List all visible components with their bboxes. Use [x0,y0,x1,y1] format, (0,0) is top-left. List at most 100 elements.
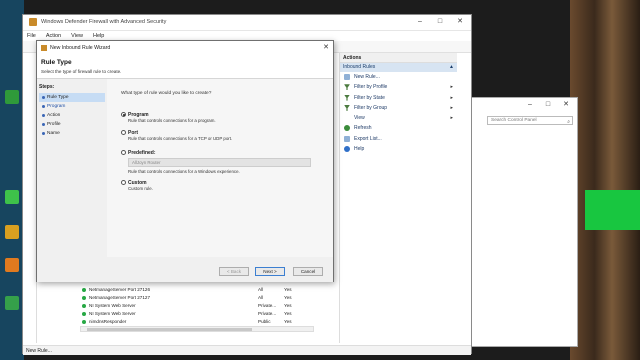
desktop [0,0,24,360]
minimize-button[interactable]: – [523,100,537,110]
window-title: Windows Defender Firewall with Advanced … [41,19,167,25]
rule-type-question: What type of rule would you like to crea… [121,91,212,96]
step-label: Name [47,131,60,136]
step-program[interactable]: Program [39,102,105,111]
refresh-icon [344,125,350,132]
table-row[interactable]: NetmanageServer Port 27126 All Yes [80,286,312,294]
close-button[interactable]: ✕ [323,43,329,51]
rule-profile: Private... [258,311,277,316]
action-label: Help [354,146,365,153]
step-bullet-icon [42,105,45,108]
submenu-arrow-icon: ▸ [450,104,453,111]
back-button[interactable]: < Back [219,267,249,276]
wizard-description: Select the type of firewall rule to crea… [41,69,122,74]
rule-name: NetmanageServer Port 27127 [89,295,151,300]
table-row[interactable]: NI System Web Server Private... Yes [80,302,312,310]
rule-profile: All [258,287,264,292]
search-control-panel-input[interactable]: Search Control Panel ⌕ [487,116,573,125]
desktop-icon[interactable] [5,225,19,239]
window-titlebar: Windows Defender Firewall with Advanced … [23,15,471,31]
step-label: Action [47,113,61,118]
action-label: Export List... [354,135,382,142]
scrollbar-thumb[interactable] [87,328,252,331]
rule-name: NI System Web Server [89,311,136,316]
rule-enabled: Yes [284,295,292,300]
actions-header: Actions [340,53,457,63]
action-label: Filter by Group [354,104,388,111]
option-label: Program [128,111,149,118]
action-refresh[interactable]: Refresh [340,123,457,133]
actions-section-label: Inbound Rules [343,64,376,70]
desktop-icon[interactable] [5,90,19,104]
radio-predefined[interactable] [121,150,126,155]
rule-name: NI System Web Server [89,303,136,308]
action-filter-by-profile[interactable]: Filter by Profile ▸ [340,82,457,92]
desktop-icon[interactable] [5,258,19,272]
table-row[interactable]: NetmanageServer Port 27127 All Yes [80,294,312,302]
step-action[interactable]: Action [39,111,105,120]
new-inbound-rule-wizard: New Inbound Rule Wizard ✕ Rule Type Sele… [36,40,334,282]
table-row[interactable]: NI System Web Server Private... Yes [80,310,312,318]
rule-enabled: Yes [284,287,292,292]
enabled-check-icon [82,288,86,292]
step-label: Profile [47,122,61,127]
minimize-button[interactable]: – [413,17,427,27]
option-description: Rule that controls connections for a Win… [128,169,240,174]
actions-section-inbound-rules[interactable]: Inbound Rules ▲ [340,63,457,72]
control-panel-titlebar: – □ ✕ [457,98,577,114]
maximize-button[interactable]: □ [541,100,555,110]
new-rule-icon [344,74,350,80]
background-green-band [585,190,640,230]
collapse-caret-icon[interactable]: ▲ [449,63,454,72]
steps-title: Steps: [39,84,55,90]
step-profile[interactable]: Profile [39,120,105,129]
rule-profile: Private... [258,303,277,308]
enabled-check-icon [82,296,86,300]
action-new-rule[interactable]: New Rule... [340,72,457,82]
menu-file[interactable]: File [27,31,36,41]
action-filter-by-state[interactable]: Filter by State ▸ [340,93,457,103]
desktop-icon[interactable] [5,296,19,310]
maximize-button[interactable]: □ [433,17,447,27]
wizard-steps-panel: Steps: Rule Type Program Action Profile … [37,79,107,282]
radio-port[interactable] [121,130,126,135]
background-photo [570,0,640,360]
step-name[interactable]: Name [39,129,105,138]
rule-name: NetmanageServer Port 27126 [89,287,151,292]
step-bullet-icon [42,132,45,135]
navigation-tree[interactable] [23,53,37,343]
option-label: Port [128,129,138,136]
action-help[interactable]: Help [340,144,457,154]
table-row[interactable]: nimdnsResponder Public Yes [80,318,312,326]
horizontal-scrollbar[interactable] [80,326,314,332]
action-label: Filter by State [354,94,385,101]
close-button[interactable]: ✕ [453,17,467,27]
next-button[interactable]: Next > [255,267,285,276]
step-rule-type[interactable]: Rule Type [39,93,105,102]
search-icon[interactable]: ⌕ [567,118,570,126]
wizard-titlebar: New Inbound Rule Wizard ✕ [37,41,333,55]
wizard-heading: Rule Type [41,59,72,66]
submenu-arrow-icon: ▸ [450,84,453,91]
action-export-list[interactable]: Export List... [340,134,457,144]
cancel-button[interactable]: Cancel [293,267,323,276]
wizard-app-icon [41,45,47,51]
option-description: Custom rule. [128,186,153,191]
option-description: Rule that controls connections for a TCP… [128,136,233,141]
predefined-rule-select[interactable]: AllJoyn Router [128,158,311,167]
desktop-icon[interactable] [5,190,19,204]
action-label: View [354,115,365,122]
wizard-footer: < Back Next > Cancel [107,257,333,282]
export-icon [344,135,350,142]
filter-icon [344,94,350,101]
wizard-header: Rule Type Select the type of firewall ru… [37,55,333,79]
radio-custom[interactable] [121,180,126,185]
action-view[interactable]: View ▸ [340,113,457,123]
action-label: New Rule... [354,74,380,80]
radio-program[interactable] [121,112,126,117]
close-button[interactable]: ✕ [559,100,573,110]
submenu-arrow-icon: ▸ [450,94,453,101]
actions-pane: Actions Inbound Rules ▲ New Rule... Filt… [339,53,457,343]
action-filter-by-group[interactable]: Filter by Group ▸ [340,103,457,113]
rule-enabled: Yes [284,319,292,324]
